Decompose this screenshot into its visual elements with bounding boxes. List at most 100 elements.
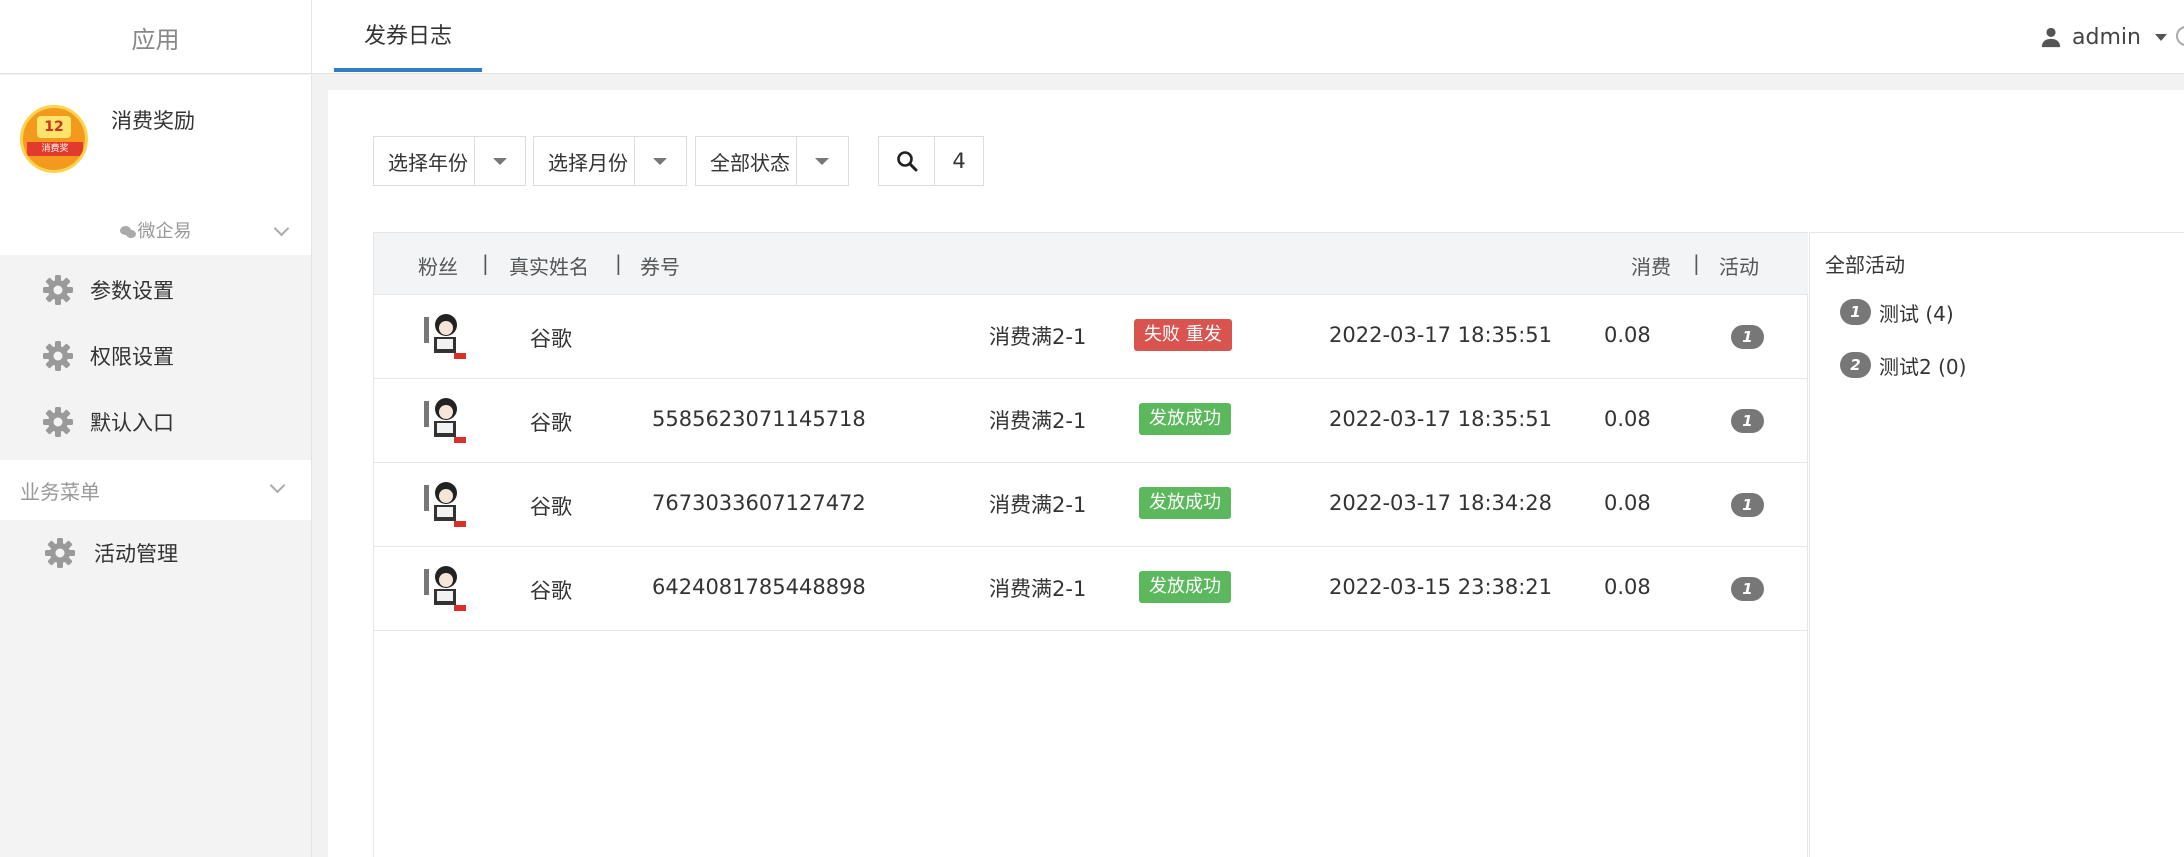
gear-icon (43, 407, 73, 437)
table-row: 谷歌 5585623071145718 消费满2-1 发放成功 2022-03-… (374, 379, 1808, 463)
table-row: 谷歌 消费满2-1 失败 重发 2022-03-17 18:35:51 0.08… (374, 295, 1808, 379)
header-separator: | (482, 251, 489, 275)
cell-coupon-code: 6424081785448898 (652, 575, 866, 599)
caret-down-icon (814, 157, 829, 165)
app-card: 12 消费奖 消费奖励 微企易 (0, 75, 311, 255)
year-select[interactable]: 选择年份 (373, 136, 526, 186)
cell-real-name: 谷歌 (530, 411, 572, 435)
activity-number-badge: 2 (1840, 352, 1871, 378)
main-panel: 选择年份 选择月份 全部状态 4 粉丝 | 真实姓名 | 券号 消费 | 活动 … (328, 90, 2184, 857)
gear-icon (45, 538, 75, 568)
app-logo-number: 12 (37, 116, 71, 138)
chevron-down-icon (2154, 33, 2167, 41)
status-select[interactable]: 全部状态 (695, 136, 849, 186)
sidebar-item-label: 活动管理 (94, 542, 178, 566)
month-select[interactable]: 选择月份 (533, 136, 687, 186)
app-name: 消费奖励 (111, 109, 195, 133)
resend-button[interactable]: 失败 重发 (1134, 319, 1232, 351)
cell-activity-name: 消费满2-1 (989, 577, 1087, 601)
cell-activity-name: 消费满2-1 (989, 325, 1087, 349)
tab-coupon-log[interactable]: 发券日志 (334, 0, 483, 72)
cell-amount: 0.08 (1604, 323, 1651, 347)
status-badge: 发放成功 (1139, 403, 1231, 435)
header-separator: | (1693, 251, 1700, 275)
activity-item-label: 测试 (4) (1879, 301, 1954, 326)
dropdown-toggle[interactable] (474, 137, 524, 185)
wechat-icon (119, 226, 136, 238)
status-badge: 发放成功 (1139, 571, 1231, 603)
app-logo: 12 消费奖 (20, 105, 88, 173)
dropdown-toggle[interactable] (796, 137, 846, 185)
dropdown-toggle[interactable] (634, 137, 684, 185)
all-activities-link[interactable]: 全部活动 (1825, 249, 1905, 278)
header-real-name: 真实姓名 (509, 255, 589, 279)
activity-item-label: 测试2 (0) (1879, 354, 1967, 379)
search-icon (896, 151, 917, 172)
avatar (418, 477, 470, 529)
cell-time: 2022-03-17 18:35:51 (1329, 323, 1553, 347)
header-activity: 活动 (1719, 255, 1759, 279)
chevron-down-icon (269, 477, 286, 494)
cell-coupon-code: 5585623071145718 (652, 407, 866, 431)
sidebar-item-params[interactable]: 参数设置 (0, 257, 311, 323)
sidebar: 12 消费奖 消费奖励 微企易 参数设置 权限设置 默认入口 业务菜单 活动管理 (0, 75, 312, 857)
activity-item[interactable]: 1 测试 (4) (1840, 297, 1954, 327)
app-brand[interactable]: 应用 (0, 0, 312, 74)
gear-icon (43, 275, 73, 305)
sidebar-group-business[interactable]: 业务菜单 (0, 460, 311, 520)
cell-time: 2022-03-17 18:34:28 (1329, 491, 1553, 515)
search-button[interactable] (879, 137, 935, 185)
month-select-label: 选择月份 (548, 150, 628, 175)
cell-amount: 0.08 (1604, 407, 1651, 431)
sidebar-item-default-entry[interactable]: 默认入口 (0, 389, 311, 455)
activity-number-badge: 1 (1840, 299, 1871, 325)
power-icon[interactable] (2176, 26, 2184, 46)
cell-coupon-code: 7673033607127472 (652, 491, 866, 515)
search-group: 4 (878, 136, 984, 186)
cell-time: 2022-03-15 23:38:21 (1329, 575, 1553, 599)
avatar (418, 561, 470, 613)
user-menu[interactable]: admin (2040, 0, 2167, 74)
cell-activity-name: 消费满2-1 (989, 409, 1087, 433)
activity-filter-panel: 全部活动 1 测试 (4) 2 测试2 (0) (1809, 232, 2184, 857)
caret-down-icon (652, 157, 667, 165)
app-switcher[interactable]: 微企易 (0, 217, 311, 243)
cell-real-name: 谷歌 (530, 579, 572, 603)
activity-number-badge: 1 (1731, 493, 1764, 517)
table-header: 粉丝 | 真实姓名 | 券号 消费 | 活动 (374, 233, 1808, 295)
status-badge: 发放成功 (1139, 487, 1231, 519)
activity-number-badge: 1 (1731, 577, 1764, 601)
cell-real-name: 谷歌 (530, 327, 572, 351)
avatar (418, 309, 470, 361)
user-name: admin (2072, 24, 2141, 50)
sidebar-item-permissions[interactable]: 权限设置 (0, 323, 311, 389)
gear-icon (43, 341, 73, 371)
header-amount: 消费 (1631, 255, 1671, 279)
cell-activity-name: 消费满2-1 (989, 493, 1087, 517)
header-coupon-code: 券号 (640, 255, 680, 279)
sidebar-group-label: 业务菜单 (20, 479, 100, 504)
top-header: 应用 发券日志 admin (0, 0, 2184, 74)
sidebar-item-label: 参数设置 (90, 279, 174, 303)
cell-real-name: 谷歌 (530, 495, 572, 519)
activity-item[interactable]: 2 测试2 (0) (1840, 350, 1966, 380)
activity-number-badge: 1 (1731, 409, 1764, 433)
coupon-log-table: 粉丝 | 真实姓名 | 券号 消费 | 活动 谷歌 消费满2-1 失败 重发 2… (373, 232, 1808, 857)
header-separator: | (615, 251, 622, 275)
activity-number-badge: 1 (1731, 325, 1764, 349)
result-count: 4 (952, 149, 966, 173)
sidebar-item-label: 权限设置 (90, 345, 174, 369)
status-select-label: 全部状态 (710, 150, 790, 175)
cell-amount: 0.08 (1604, 575, 1651, 599)
table-row: 谷歌 6424081785448898 消费满2-1 发放成功 2022-03-… (374, 547, 1808, 631)
sidebar-item-label: 默认入口 (90, 411, 174, 435)
sidebar-item-activity-manage[interactable]: 活动管理 (0, 520, 311, 586)
app-sub-label: 微企易 (137, 221, 192, 242)
avatar (418, 393, 470, 445)
cell-time: 2022-03-17 18:35:51 (1329, 407, 1553, 431)
header-fans: 粉丝 (418, 255, 458, 279)
table-row: 谷歌 7673033607127472 消费满2-1 发放成功 2022-03-… (374, 463, 1808, 547)
cell-amount: 0.08 (1604, 491, 1651, 515)
year-select-label: 选择年份 (388, 150, 468, 175)
caret-down-icon (492, 157, 507, 165)
